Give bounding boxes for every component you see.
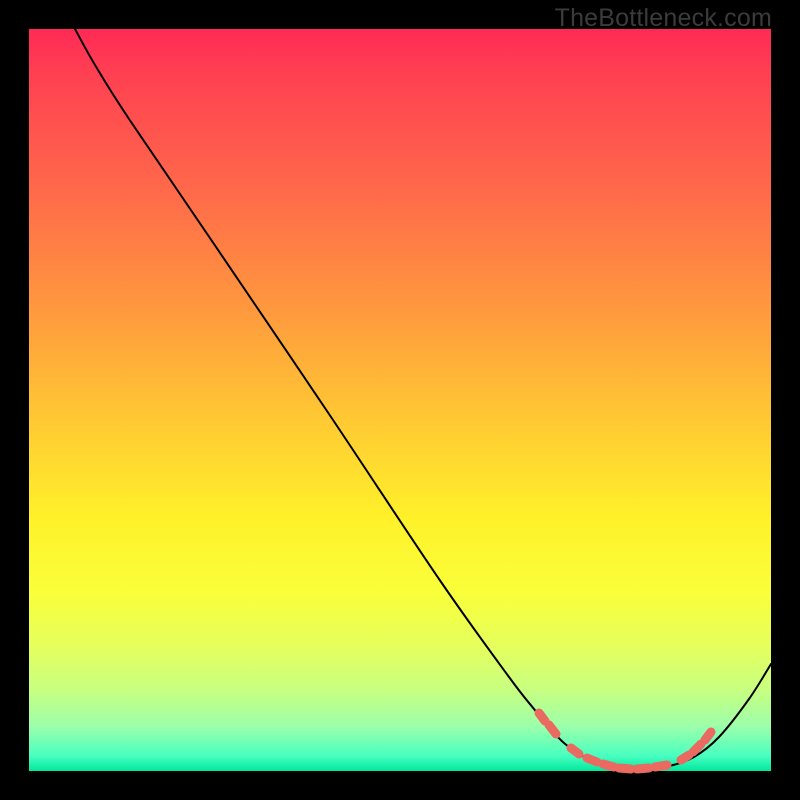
optimal-marker (705, 732, 711, 740)
plot-area (29, 29, 771, 771)
optimal-marker (693, 744, 701, 752)
curve-layer (29, 29, 771, 771)
optimal-marker (619, 768, 631, 769)
optimal-marker (539, 713, 545, 721)
optimal-marker (549, 725, 556, 734)
optimal-marker (655, 765, 667, 767)
optimal-marker (681, 755, 689, 760)
optimal-marker (587, 758, 597, 762)
optimal-marker (571, 748, 579, 754)
optimal-zone-markers (539, 713, 711, 769)
optimal-marker (603, 764, 614, 767)
chart-frame: TheBottleneck.com (0, 0, 800, 800)
bottleneck-curve (75, 29, 771, 769)
optimal-marker (637, 768, 649, 769)
